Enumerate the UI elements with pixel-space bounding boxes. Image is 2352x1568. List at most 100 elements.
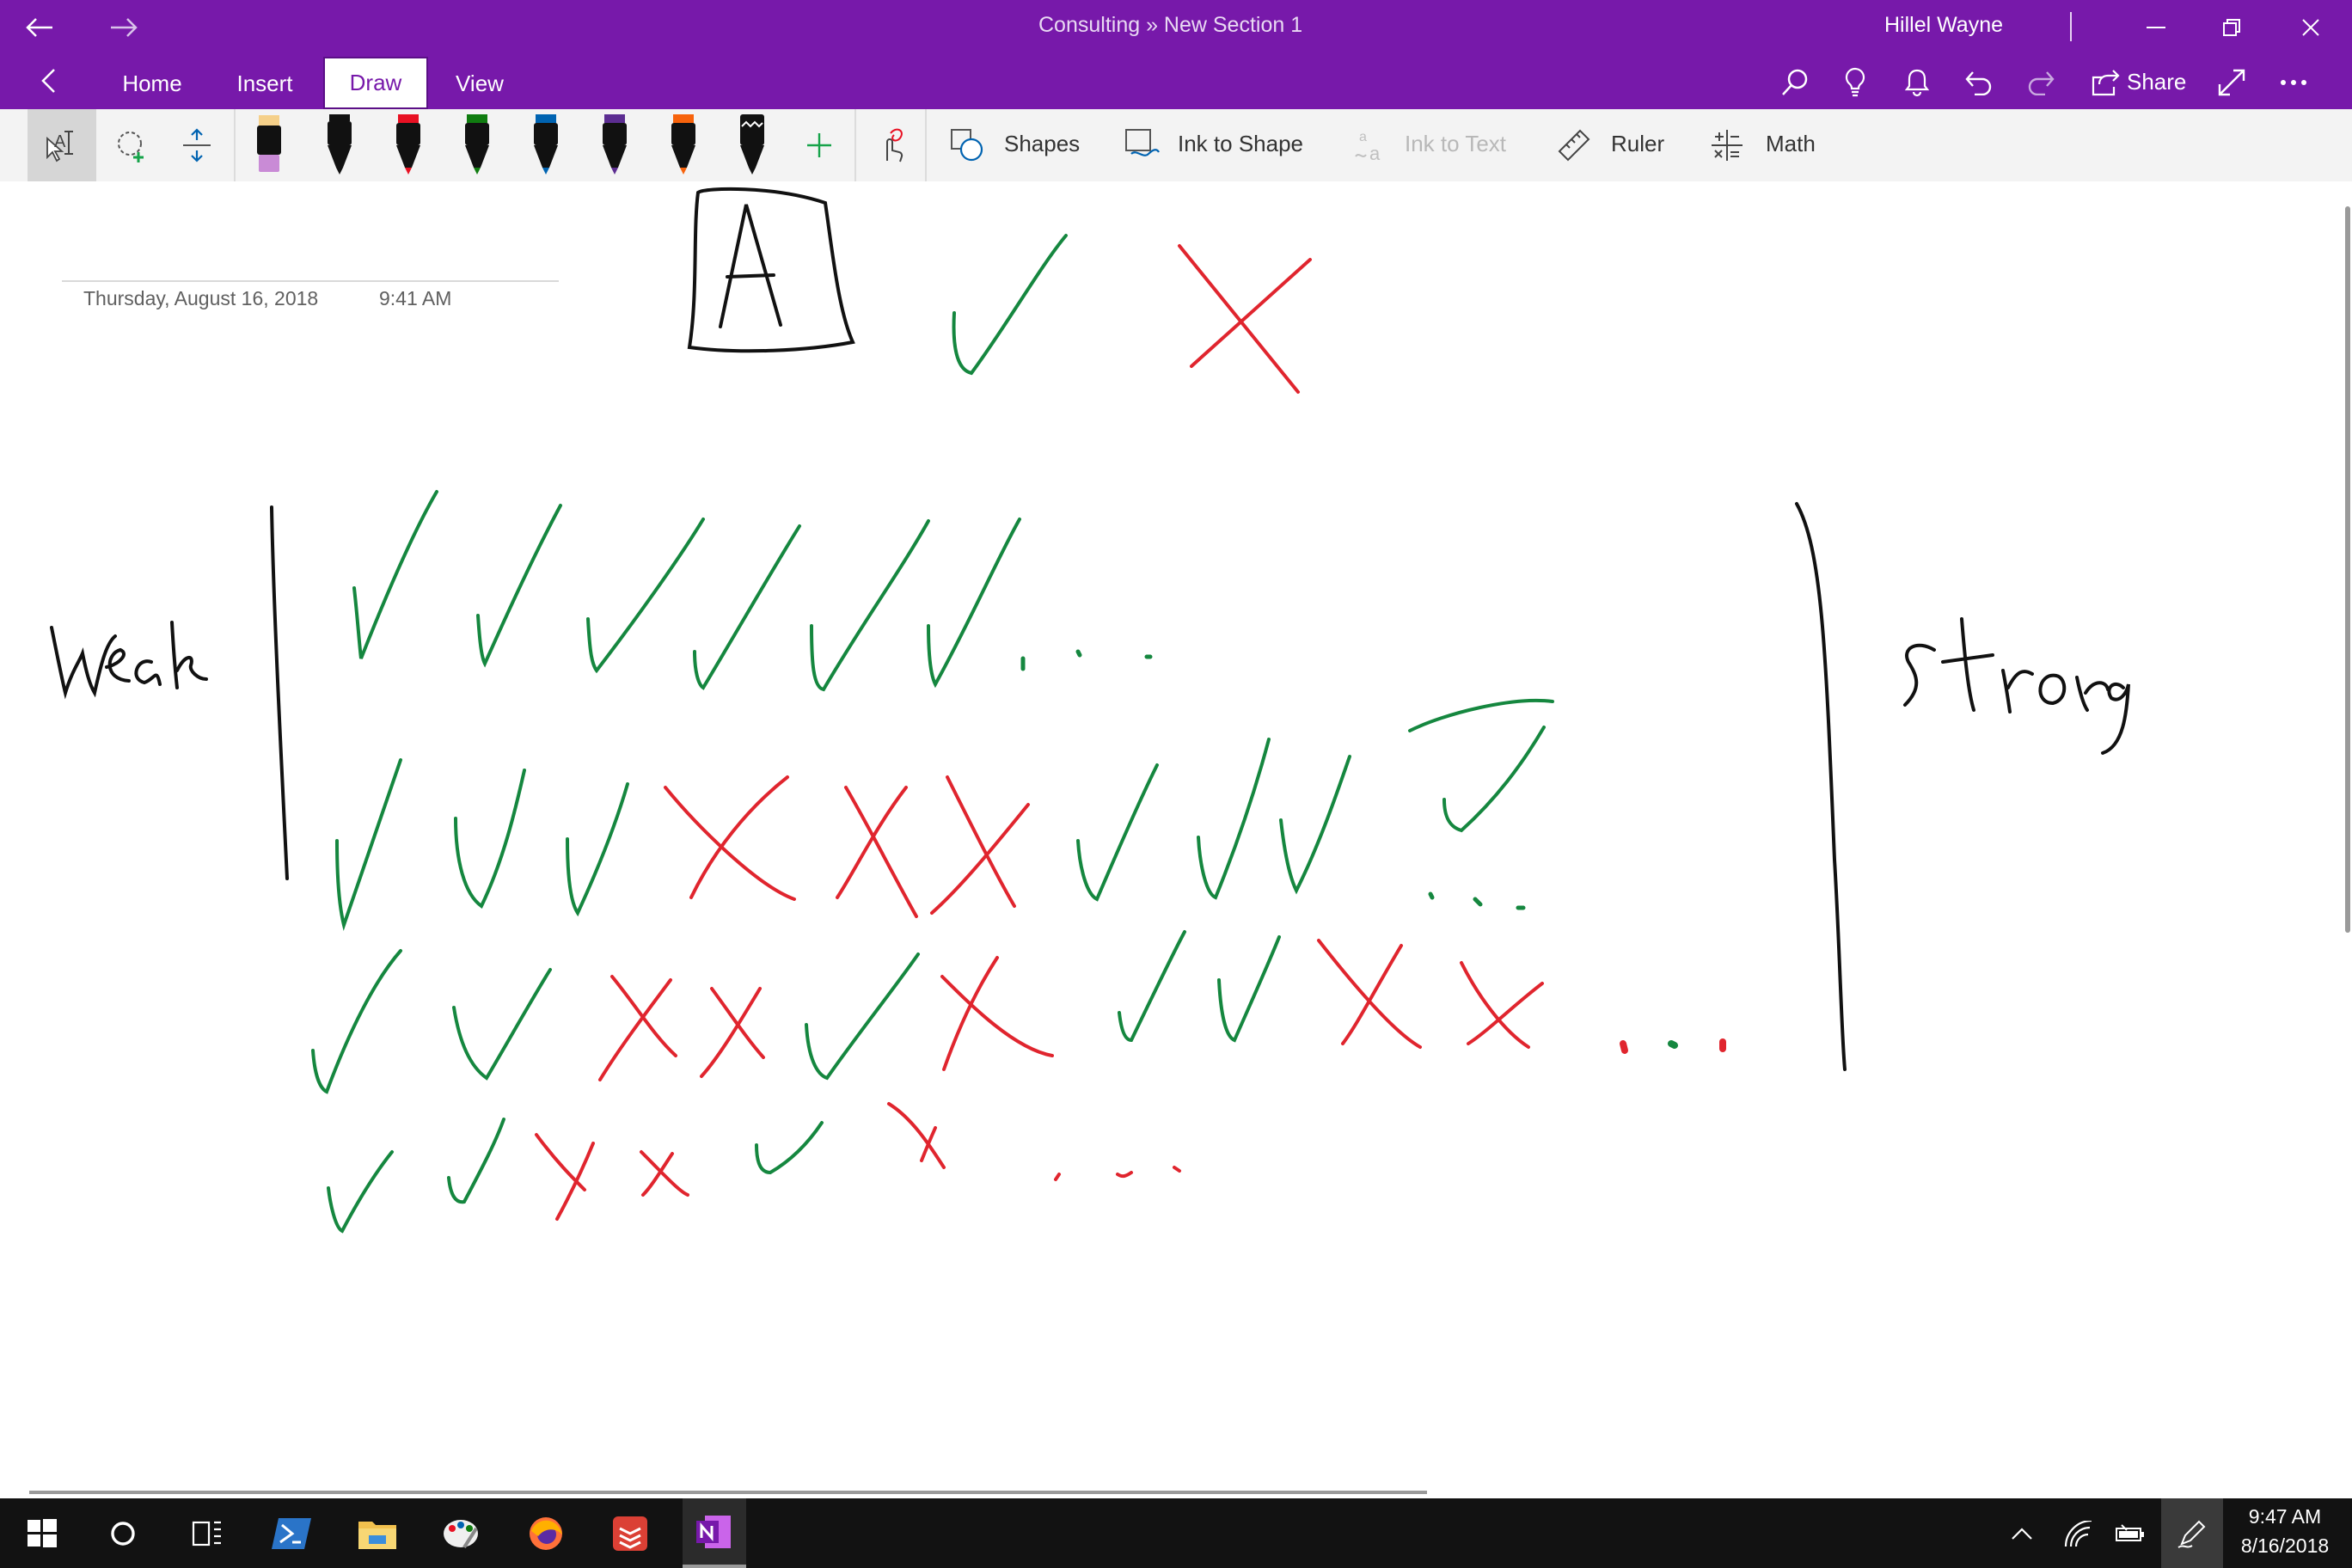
task-view-icon[interactable] <box>175 1498 239 1568</box>
ink-row-1 <box>352 490 1153 692</box>
ink-row-4-checks <box>327 1118 824 1234</box>
ink-row-3-crosses <box>598 939 1544 1081</box>
ink-row-3-dots <box>1620 1038 1726 1054</box>
bell-icon[interactable] <box>1898 64 1936 101</box>
title-bar: Consulting » New Section 1 Hillel Wayne … <box>0 0 2352 109</box>
add-pen-button[interactable] <box>799 109 839 181</box>
onenote-icon[interactable] <box>683 1498 746 1568</box>
ink-to-shape-button[interactable]: Ink to Shape <box>1178 131 1303 157</box>
ink-word-strong <box>1903 617 2130 755</box>
tab-home[interactable]: Home <box>105 63 199 104</box>
windows-ink-icon[interactable] <box>2161 1498 2223 1568</box>
share-button[interactable]: Share <box>2127 69 2186 95</box>
ink-layer[interactable] <box>0 181 2352 1494</box>
draw-ribbon: A Shapes Ink to Shape a a Ink to Text Ru… <box>0 109 2352 182</box>
pen-galaxy[interactable] <box>732 109 772 181</box>
redo-icon[interactable] <box>2022 64 2060 101</box>
lasso-icon <box>118 132 144 162</box>
shapes-icon[interactable] <box>947 109 987 181</box>
legend-cross <box>1178 244 1312 394</box>
file-explorer-icon[interactable] <box>346 1498 409 1568</box>
taskbar-clock-date[interactable]: 8/16/2018 <box>2233 1534 2337 1558</box>
more-options-icon[interactable] <box>2275 64 2312 101</box>
back-arrow-icon[interactable] <box>19 9 60 46</box>
insert-space-icon <box>183 128 211 162</box>
pen-green[interactable] <box>457 109 497 181</box>
lightbulb-icon[interactable] <box>1836 64 1874 101</box>
tab-insert[interactable]: Insert <box>220 63 309 104</box>
fullscreen-icon[interactable] <box>2213 64 2251 101</box>
show-hidden-icons-chevron[interactable] <box>2001 1498 2043 1568</box>
taskbar-clock-time[interactable]: 9:47 AM <box>2233 1505 2337 1528</box>
cortana-icon[interactable] <box>91 1498 155 1568</box>
highlighter-icon <box>257 115 281 172</box>
pen-icon <box>328 114 352 175</box>
pen-black[interactable] <box>320 109 359 181</box>
math-icon[interactable] <box>1707 109 1747 181</box>
ink-to-shape-icon[interactable] <box>1123 109 1162 181</box>
pen-red[interactable] <box>389 109 428 181</box>
share-icon[interactable] <box>2086 64 2125 101</box>
lasso-select-tool[interactable] <box>103 109 160 181</box>
forward-arrow-icon[interactable] <box>103 9 144 46</box>
ink-row-4-crosses <box>535 1102 946 1221</box>
restore-icon[interactable] <box>2211 9 2252 46</box>
svg-text:a: a <box>1369 143 1381 163</box>
pen-icon <box>534 114 558 175</box>
search-icon[interactable] <box>1776 64 1814 101</box>
wifi-icon[interactable] <box>2056 1498 2101 1568</box>
type-select-tool[interactable]: A <box>28 109 96 181</box>
vertical-scrollbar[interactable] <box>2345 206 2350 933</box>
ribbon-divider <box>234 109 236 181</box>
pen-purple[interactable] <box>595 109 634 181</box>
ribbon-divider <box>854 109 856 181</box>
battery-icon[interactable] <box>2108 1498 2153 1568</box>
tab-draw[interactable]: Draw <box>323 57 428 109</box>
svg-text:a: a <box>1359 130 1367 144</box>
title-row: Consulting » New Section 1 Hillel Wayne <box>0 0 2352 55</box>
close-icon[interactable] <box>2290 9 2331 46</box>
pen-blue[interactable] <box>526 109 566 181</box>
pen-highlighter-pink[interactable] <box>249 109 289 181</box>
nav-back-chevron-icon[interactable] <box>31 62 65 100</box>
boxed-letter-a <box>687 187 855 353</box>
ink-word-weak <box>50 621 208 700</box>
window-title: Consulting » New Section 1 <box>1038 13 1303 37</box>
add-space-tool[interactable] <box>168 109 225 181</box>
pen-icon <box>671 114 695 175</box>
undo-icon[interactable] <box>1960 64 1998 101</box>
horizontal-scrollbar[interactable] <box>29 1491 1427 1494</box>
pen-icon <box>603 114 627 175</box>
ruler-icon[interactable] <box>1554 109 1594 181</box>
ink-row-2-crosses <box>664 775 1030 918</box>
ink-row-4-dots <box>1054 1166 1181 1181</box>
legend-check <box>952 234 1068 376</box>
pen-icon <box>465 114 489 175</box>
ruler-button[interactable]: Ruler <box>1611 131 1664 157</box>
minimize-icon[interactable] <box>2135 9 2177 46</box>
taskbar: 9:47 AM 8/16/2018 <box>0 1498 2352 1568</box>
pen-orange[interactable] <box>664 109 703 181</box>
cursor-text-icon: A <box>46 131 73 162</box>
ink-row-2-checks <box>335 698 1554 932</box>
bracket-right <box>1795 502 1847 1071</box>
todoist-icon[interactable] <box>598 1498 662 1568</box>
powershell-icon[interactable] <box>260 1498 323 1568</box>
pen-icon <box>396 114 420 175</box>
plus-icon <box>807 133 831 157</box>
math-button[interactable]: Math <box>1766 131 1816 157</box>
ink-row-3-checks <box>311 930 1281 1094</box>
bracket-left <box>270 505 289 880</box>
svg-text:A: A <box>54 132 66 151</box>
ink-to-text-icon: aa <box>1350 109 1389 181</box>
firefox-icon[interactable] <box>514 1498 578 1568</box>
shapes-button[interactable]: Shapes <box>1004 131 1080 157</box>
ink-to-text-button: Ink to Text <box>1405 131 1507 156</box>
paint-icon[interactable] <box>428 1498 495 1568</box>
draw-with-touch-button[interactable] <box>868 109 916 181</box>
tab-view[interactable]: View <box>444 63 516 104</box>
touch-draw-icon <box>886 128 903 162</box>
ribbon-divider <box>925 109 927 181</box>
user-name[interactable]: Hillel Wayne <box>1884 13 2003 38</box>
start-icon[interactable] <box>10 1498 74 1568</box>
